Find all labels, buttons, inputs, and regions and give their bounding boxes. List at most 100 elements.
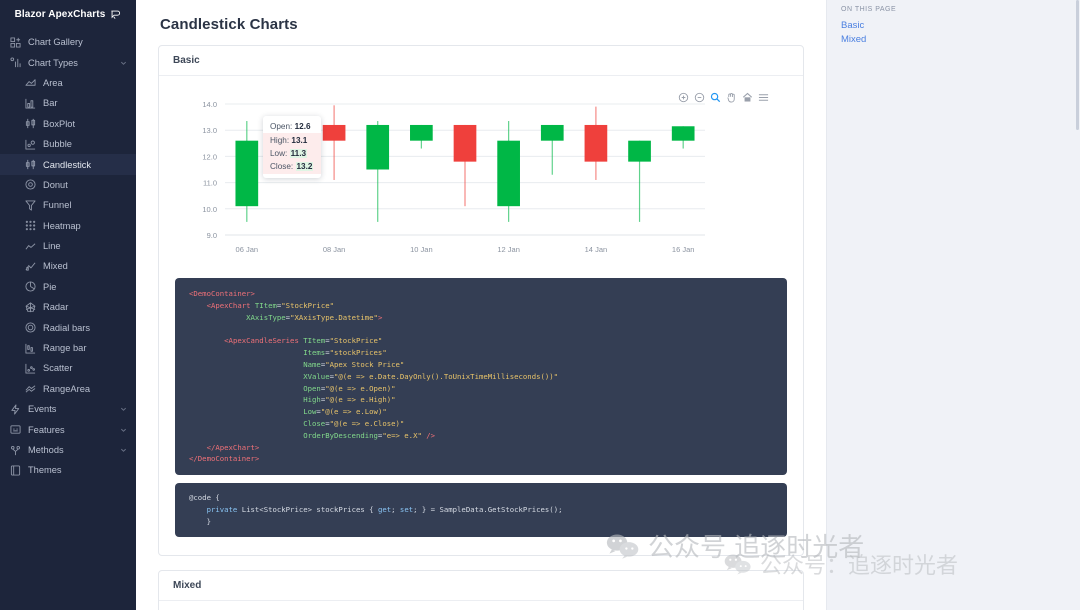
bar-icon bbox=[24, 97, 37, 110]
svg-text:06 Jan: 06 Jan bbox=[236, 245, 259, 254]
sidebar-item-scatter[interactable]: Scatter bbox=[0, 358, 136, 378]
sidebar-item-themes[interactable]: Themes bbox=[0, 460, 136, 480]
chevron-down-icon[interactable] bbox=[120, 426, 127, 433]
selection-zoom-icon[interactable] bbox=[710, 92, 721, 103]
svg-text:16 Jan: 16 Jan bbox=[672, 245, 695, 254]
tooltip-row: High: 13.1 bbox=[263, 133, 321, 146]
range-area-icon bbox=[24, 382, 37, 395]
sidebar-item-radial-bars[interactable]: Radial bars bbox=[0, 317, 136, 337]
tooltip-row: Close: 13.2 bbox=[263, 160, 321, 173]
sidebar-item-donut[interactable]: Donut bbox=[0, 175, 136, 195]
sidebar-item-label: Methods bbox=[28, 445, 64, 455]
sidebar-item-events[interactable]: Events bbox=[0, 399, 136, 419]
card-header-mixed: Mixed bbox=[159, 571, 803, 601]
sidebar-item-label: Chart Gallery bbox=[28, 37, 83, 47]
sidebar-item-label: Line bbox=[43, 241, 61, 251]
sidebar-item-label: Area bbox=[43, 78, 63, 88]
tooltip-value: 13.1 bbox=[291, 136, 307, 145]
pie-icon bbox=[24, 280, 37, 293]
code-block-markup: <DemoContainer> <ApexChart TItem="StockP… bbox=[175, 278, 787, 475]
sidebar-item-pie[interactable]: Pie bbox=[0, 277, 136, 297]
range-bar-icon bbox=[24, 342, 37, 355]
main-content: Candlestick Charts Basic 14.0 13.0 12.0 11.… bbox=[136, 0, 826, 610]
sidebar-item-heatmap[interactable]: Heatmap bbox=[0, 216, 136, 236]
brand-label: Blazor ApexCharts bbox=[15, 9, 106, 20]
sidebar-item-label: Heatmap bbox=[43, 221, 81, 231]
svg-text:13.0: 13.0 bbox=[202, 126, 217, 135]
chevron-down-icon[interactable] bbox=[120, 406, 127, 413]
sidebar-item-chart-gallery[interactable]: Chart Gallery bbox=[0, 32, 136, 52]
funnel-icon bbox=[24, 199, 37, 212]
zoom-out-icon[interactable] bbox=[694, 92, 705, 103]
zoom-in-icon[interactable] bbox=[678, 92, 689, 103]
sidebar-item-label: RangeArea bbox=[43, 384, 90, 394]
candlestick-chart[interactable]: 14.013.012.011.010.09.006 Jan08 Jan10 Ja… bbox=[175, 90, 787, 270]
sidebar-item-range-bar[interactable]: Range bar bbox=[0, 338, 136, 358]
sidebar-item-mixed[interactable]: Mixed bbox=[0, 256, 136, 276]
sidebar-item-methods[interactable]: Methods bbox=[0, 440, 136, 460]
sidebar-item-label: Bubble bbox=[43, 139, 72, 149]
mixed-icon bbox=[24, 260, 37, 273]
scrollbar-thumb[interactable] bbox=[1076, 0, 1079, 130]
tooltip-row: Open: 12.6 bbox=[263, 120, 321, 133]
right-sidebar: ON THIS PAGE Basic Mixed bbox=[826, 0, 1080, 610]
sidebar-item-funnel[interactable]: Funnel bbox=[0, 195, 136, 215]
sidebar-item-label: Radial bars bbox=[43, 323, 90, 333]
sidebar-item-label: Pie bbox=[43, 282, 56, 292]
sidebar-item-radar[interactable]: Radar bbox=[0, 297, 136, 317]
scatter-icon bbox=[24, 362, 37, 375]
panning-icon[interactable] bbox=[726, 92, 737, 103]
sidebar-nav: Chart Gallery Chart Types Area Bar BoxPlot Bu… bbox=[0, 28, 136, 481]
tooltip-key: Low: bbox=[270, 149, 287, 158]
sidebar-item-label: Events bbox=[28, 404, 56, 414]
gallery-icon bbox=[9, 36, 22, 49]
svg-text:14 Jan: 14 Jan bbox=[585, 245, 608, 254]
bubble-icon bbox=[24, 138, 37, 151]
chevron-down-icon[interactable] bbox=[120, 59, 127, 66]
sidebar-item-line[interactable]: Line bbox=[0, 236, 136, 256]
on-this-page-link-basic[interactable]: Basic bbox=[841, 19, 1080, 33]
on-this-page-link-mixed[interactable]: Mixed bbox=[841, 33, 1080, 47]
svg-text:14.0: 14.0 bbox=[202, 100, 217, 109]
card-body-mixed bbox=[159, 601, 803, 610]
sidebar-item-label: Features bbox=[28, 425, 65, 435]
sidebar-item-label: BoxPlot bbox=[43, 119, 75, 129]
svg-text:12 Jan: 12 Jan bbox=[497, 245, 520, 254]
menu-icon[interactable] bbox=[758, 92, 769, 103]
left-sidebar: Blazor ApexCharts Chart Gallery Chart Typ… bbox=[0, 0, 136, 610]
chart-tooltip: Open: 12.6High: 13.1Low: 11.3Close: 13.2 bbox=[263, 116, 321, 178]
heatmap-icon bbox=[24, 219, 37, 232]
sidebar-item-area[interactable]: Area bbox=[0, 73, 136, 93]
sidebar-item-bar[interactable]: Bar bbox=[0, 93, 136, 113]
svg-text:12.0: 12.0 bbox=[202, 152, 217, 161]
sidebar-item-label: Chart Types bbox=[28, 58, 78, 68]
tooltip-key: High: bbox=[270, 136, 289, 145]
sidebar-item-rangearea[interactable]: RangeArea bbox=[0, 379, 136, 399]
card-header-basic: Basic bbox=[159, 46, 803, 76]
candlestick-icon bbox=[24, 158, 37, 171]
chart-types-icon bbox=[9, 56, 22, 69]
chart-toolbar bbox=[678, 92, 769, 103]
boxplot-icon bbox=[24, 117, 37, 130]
tooltip-row: Low: 11.3 bbox=[263, 147, 321, 160]
sidebar-item-chart-types[interactable]: Chart Types bbox=[0, 52, 136, 72]
sidebar-item-candlestick[interactable]: Candlestick bbox=[0, 154, 136, 174]
sidebar-item-boxplot[interactable]: BoxPlot bbox=[0, 114, 136, 134]
reset-home-icon[interactable] bbox=[742, 92, 753, 103]
page-title: Candlestick Charts bbox=[160, 16, 804, 33]
radial-bars-icon bbox=[24, 321, 37, 334]
card-mixed: Mixed bbox=[158, 570, 804, 610]
chevron-down-icon[interactable] bbox=[120, 447, 127, 454]
sidebar-item-bubble[interactable]: Bubble bbox=[0, 134, 136, 154]
methods-icon bbox=[9, 444, 22, 457]
sidebar-item-features[interactable]: Features bbox=[0, 419, 136, 439]
sidebar-item-label: Funnel bbox=[43, 200, 71, 210]
chart-canvas[interactable]: 14.013.012.011.010.09.006 Jan08 Jan10 Ja… bbox=[175, 90, 735, 270]
line-icon bbox=[24, 240, 37, 253]
donut-icon bbox=[24, 178, 37, 191]
sidebar-item-label: Candlestick bbox=[43, 160, 91, 170]
sidebar-item-label: Range bar bbox=[43, 343, 86, 353]
brand[interactable]: Blazor ApexCharts bbox=[0, 0, 136, 28]
svg-text:10 Jan: 10 Jan bbox=[410, 245, 433, 254]
svg-text:11.0: 11.0 bbox=[203, 179, 217, 188]
